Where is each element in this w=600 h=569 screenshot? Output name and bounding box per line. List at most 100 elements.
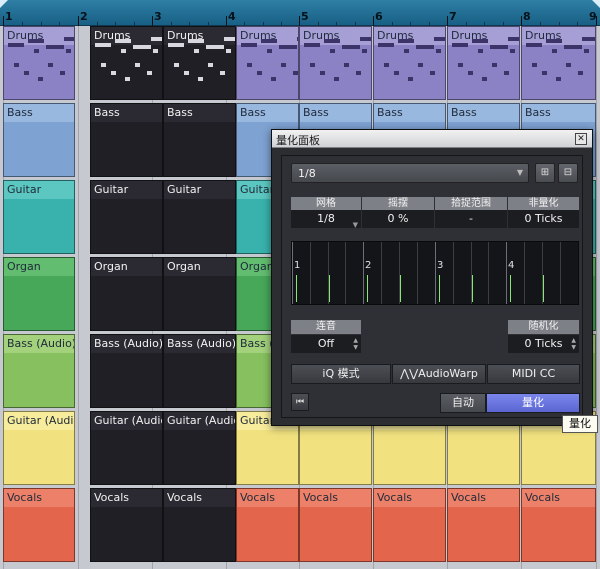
legato-value: Off — [317, 337, 335, 350]
track-part[interactable]: Guitar (Audio) — [90, 411, 163, 485]
part-label: Bass — [451, 106, 477, 119]
track-part[interactable]: Bass — [90, 103, 163, 177]
swing-field[interactable]: 0 % — [362, 210, 434, 228]
randomize-field[interactable]: 0 Ticks ▲ ▼ — [508, 335, 579, 353]
grid-beat-label: 2 — [365, 260, 372, 271]
drum-hit-bar — [582, 37, 595, 41]
quantize-apply-button[interactable]: 量化 — [486, 393, 580, 413]
part-label: Bass (Audio) — [167, 337, 236, 350]
grid-beat-line — [506, 242, 507, 304]
part-label: Organ — [94, 260, 128, 273]
auto-apply-button[interactable]: 自动 — [440, 393, 486, 413]
part-label: Guitar — [94, 183, 129, 196]
drum-hit-bar — [472, 39, 488, 43]
track-part[interactable]: Guitar — [90, 180, 163, 254]
chevron-down-icon: ▼ — [516, 168, 523, 177]
midi-note — [330, 49, 335, 53]
reset-quantize-button[interactable]: ⏮ — [291, 393, 309, 411]
midi-cc-button[interactable]: MIDI CC — [487, 364, 580, 384]
iq-mode-button[interactable]: iQ 模式 — [291, 364, 391, 384]
grid-beat-line — [435, 242, 436, 304]
quantize-panel: 量化面板 ✕ 1/8 ▼ ⊞ ⊟ 网格 摇摆 拾捉范围 非量化 1/8 ▼ 0 … — [271, 129, 593, 426]
rewind-icon: ⏮ — [295, 397, 305, 407]
track-part[interactable]: Guitar (Audio) — [163, 411, 236, 485]
track-part[interactable]: Bass (Audio) — [3, 334, 75, 408]
midi-note — [153, 49, 158, 53]
midi-note — [584, 49, 589, 53]
track-part[interactable]: Vocals — [373, 488, 446, 562]
close-icon[interactable]: ✕ — [575, 133, 587, 145]
track-part[interactable]: Vocals — [447, 488, 520, 562]
track-part[interactable]: Bass — [163, 103, 236, 177]
track-part[interactable]: Vocals — [236, 488, 299, 562]
grid-snap-marker — [329, 275, 330, 302]
catch-range-field[interactable]: - — [435, 210, 507, 228]
track-part[interactable]: Vocals — [90, 488, 163, 562]
drum-hit-bar — [241, 43, 257, 47]
part-label: Guitar — [167, 183, 202, 196]
load-preset-button[interactable]: ⊟ — [558, 163, 578, 183]
audiowarp-button[interactable]: ⋀⋁AudioWarp — [392, 364, 486, 384]
midi-note — [111, 71, 116, 75]
quantize-preset-select[interactable]: 1/8 ▼ — [291, 163, 529, 183]
track-part[interactable]: Bass (Audio) — [163, 334, 236, 408]
drum-hit-bar — [490, 45, 508, 49]
track-part[interactable]: Guitar — [3, 180, 75, 254]
track-part[interactable]: Bass — [3, 103, 75, 177]
track-part[interactable]: Guitar (Audio) — [3, 411, 75, 485]
drum-hit-bar — [46, 45, 64, 49]
midi-note — [532, 63, 537, 67]
midi-note — [578, 71, 583, 75]
grid-sub-line — [310, 242, 311, 304]
midi-note — [492, 63, 497, 67]
midi-note — [60, 71, 65, 75]
grid-snap-marker — [296, 275, 297, 302]
legato-field[interactable]: Off ▲ ▼ — [291, 335, 361, 353]
track-part[interactable]: Drums — [299, 26, 372, 100]
bar-number: 4 — [228, 10, 236, 23]
track-part[interactable]: Drums — [447, 26, 520, 100]
track-part[interactable]: Bass (Audio) — [90, 334, 163, 408]
quantize-grid-display[interactable]: 1 2 3 4 — [291, 241, 579, 305]
part-label: Vocals — [94, 491, 129, 504]
track-part[interactable]: Drums — [236, 26, 299, 100]
right-locator-marker[interactable] — [592, 0, 600, 8]
grid-sub-line — [488, 242, 489, 304]
part-label: Guitar (Audio) — [167, 414, 235, 427]
track-part[interactable]: Vocals — [3, 488, 75, 562]
grid-sub-line — [345, 242, 346, 304]
midi-note — [408, 77, 413, 81]
midi-note — [271, 77, 276, 81]
track-part[interactable]: Organ — [163, 257, 236, 331]
grid-snap-marker — [510, 275, 511, 302]
track-part[interactable]: Organ — [90, 257, 163, 331]
track-part[interactable]: Drums — [521, 26, 596, 100]
save-preset-button[interactable]: ⊞ — [535, 163, 555, 183]
midi-note — [542, 71, 547, 75]
left-locator-marker[interactable] — [0, 0, 8, 8]
track-part[interactable]: Guitar — [163, 180, 236, 254]
spin-arrows-icon[interactable]: ▲ ▼ — [353, 337, 358, 351]
midi-note — [267, 49, 272, 53]
randomize-value: 0 Ticks — [524, 337, 563, 350]
track-part[interactable]: Drums — [163, 26, 236, 100]
track-part[interactable]: Vocals — [163, 488, 236, 562]
non-quantize-field[interactable]: 0 Ticks — [508, 210, 579, 228]
track-part[interactable]: Organ — [3, 257, 75, 331]
track-part[interactable]: Drums — [3, 26, 75, 100]
track-part[interactable]: Drums — [373, 26, 446, 100]
grid-select[interactable]: 1/8 ▼ — [291, 210, 361, 229]
bar-number: 1 — [5, 10, 13, 23]
grid-snap-marker — [543, 275, 544, 302]
midi-note — [220, 71, 225, 75]
track-part[interactable]: Vocals — [299, 488, 372, 562]
spin-arrows-icon[interactable]: ▲ ▼ — [571, 337, 576, 351]
midi-note — [362, 49, 367, 53]
quantize-panel-titlebar[interactable]: 量化面板 ✕ — [272, 130, 592, 148]
track-part[interactable]: Drums — [90, 26, 163, 100]
part-label: Vocals — [167, 491, 202, 504]
midi-note — [504, 71, 509, 75]
track-part[interactable]: Vocals — [521, 488, 596, 562]
timeline-ruler[interactable]: 1 2 3 4 5 6 7 8 9 — [0, 0, 600, 26]
midi-note — [198, 77, 203, 81]
